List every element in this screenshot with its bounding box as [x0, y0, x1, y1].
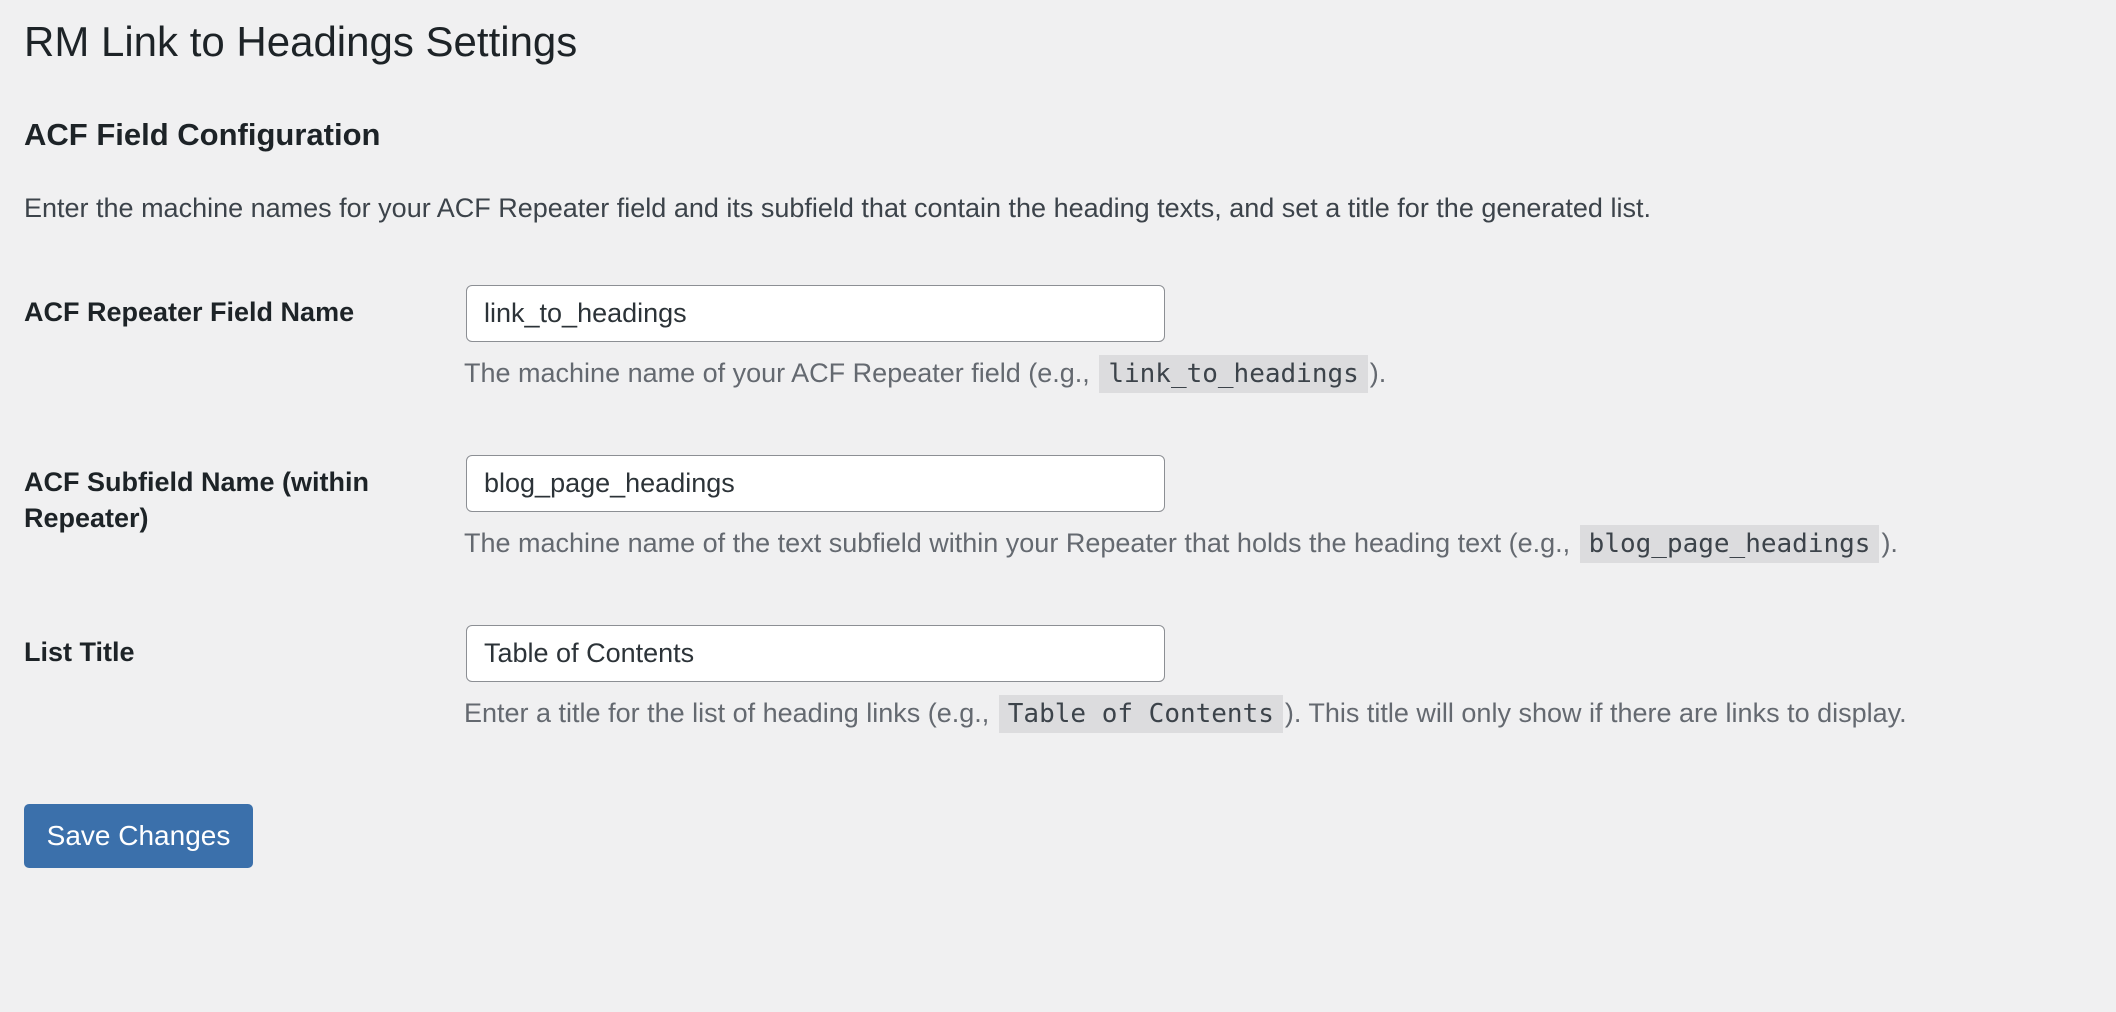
help-text: The machine name of your ACF Repeater fi…	[464, 358, 1098, 388]
section-description: Enter the machine names for your ACF Rep…	[24, 193, 1651, 223]
help-text: The machine name of the text subfield wi…	[464, 528, 1578, 558]
help-code: blog_page_headings	[1579, 525, 1880, 563]
repeater-field-label: ACF Repeater Field Name	[24, 297, 355, 327]
subfield-help: The machine name of the text subfield wi…	[464, 522, 1898, 565]
save-changes-button[interactable]: Save Changes	[24, 804, 253, 868]
subfield-input[interactable]	[466, 455, 1165, 512]
list-title-label: List Title	[24, 637, 135, 667]
page-title: RM Link to Headings Settings	[24, 18, 578, 65]
repeater-field-input[interactable]	[466, 285, 1165, 342]
help-code: link_to_headings	[1099, 355, 1368, 393]
repeater-field-help: The machine name of your ACF Repeater fi…	[464, 352, 1386, 395]
help-text: Enter a title for the list of heading li…	[464, 698, 997, 728]
subfield-label: ACF Subfield Name (within Repeater)	[24, 467, 370, 533]
list-title-help: Enter a title for the list of heading li…	[464, 692, 1907, 735]
help-text: ).	[1369, 358, 1387, 388]
list-title-input[interactable]	[466, 625, 1165, 682]
help-text: ). This title will only show if there ar…	[1284, 698, 1907, 728]
section-heading: ACF Field Configuration	[24, 117, 381, 152]
help-text: ).	[1881, 528, 1898, 558]
help-code: Table of Contents	[998, 695, 1283, 733]
